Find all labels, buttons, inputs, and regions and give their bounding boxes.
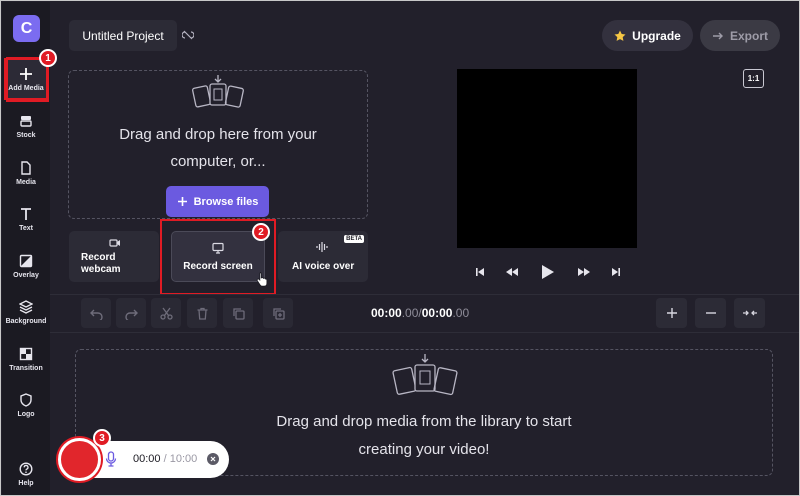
app-window: C Add Media Stock Media Text Overlay Bac… xyxy=(0,0,800,496)
star-icon xyxy=(614,30,626,41)
timeline-drop-instructions: Drag and drop media from the library to … xyxy=(276,413,572,458)
rewind-button[interactable] xyxy=(503,263,521,281)
total-time: 00:00 xyxy=(421,306,453,320)
rewind-icon xyxy=(506,268,518,276)
add-layer-icon xyxy=(272,307,285,320)
app-logo[interactable]: C xyxy=(13,15,40,42)
hand-cursor-icon xyxy=(256,272,268,287)
minus-icon xyxy=(705,312,716,314)
close-recorder-button[interactable] xyxy=(207,453,219,465)
sidebar-item-media[interactable]: Media xyxy=(4,152,48,194)
export-label: Export xyxy=(729,28,768,43)
media-files-icon xyxy=(192,75,244,108)
plus-icon xyxy=(666,308,677,318)
sidebar-item-overlay[interactable]: Overlay xyxy=(4,245,48,287)
trash-icon xyxy=(197,307,207,320)
overlay-icon xyxy=(19,254,33,267)
browse-files-label: Browse files xyxy=(193,195,259,208)
undo-icon xyxy=(89,309,103,320)
webcam-icon xyxy=(109,239,120,247)
waveform-icon xyxy=(316,242,328,252)
current-time-fraction: .00 xyxy=(401,306,419,320)
step-badge: 1 xyxy=(39,49,57,67)
media-files-icon xyxy=(392,354,458,396)
collapse-arrows-icon xyxy=(742,310,757,316)
redo-icon xyxy=(124,309,138,320)
skip-back-button[interactable] xyxy=(471,263,489,281)
sidebar-item-label: Logo xyxy=(17,410,35,418)
step-badge: 2 xyxy=(252,223,270,241)
skip-forward-icon xyxy=(612,268,620,276)
fast-forward-button[interactable] xyxy=(575,263,593,281)
timecode: 00:00.00/00:00.00 xyxy=(371,306,469,320)
zoom-out-button[interactable] xyxy=(695,298,726,328)
text-icon xyxy=(21,207,31,220)
split-button[interactable] xyxy=(151,298,181,328)
layers-icon xyxy=(19,299,33,314)
current-time: 00:00 xyxy=(371,306,402,320)
sidebar-item-label: Stock xyxy=(16,131,36,139)
delete-button[interactable] xyxy=(187,298,217,328)
recording-elapsed: 00:00 xyxy=(133,453,161,465)
aspect-ratio-button[interactable]: 1:1 xyxy=(743,69,764,88)
redo-button[interactable] xyxy=(116,298,146,328)
sidebar-item-transition[interactable]: Transition xyxy=(4,338,48,380)
transition-icon xyxy=(19,347,33,360)
undo-button[interactable] xyxy=(81,298,111,328)
shield-icon xyxy=(20,392,32,407)
help-icon xyxy=(19,461,33,476)
microphone-icon[interactable] xyxy=(105,451,117,467)
upgrade-button[interactable]: Upgrade xyxy=(602,20,693,51)
cloud-unsync-icon xyxy=(182,30,194,40)
sidebar-item-label: Text xyxy=(19,224,33,232)
record-webcam-label: Record webcam xyxy=(81,252,121,275)
total-time-fraction: .00 xyxy=(452,306,470,320)
add-to-timeline-button[interactable] xyxy=(263,298,293,328)
sidebar-item-logo[interactable]: Logo xyxy=(4,384,48,426)
export-button[interactable]: Export xyxy=(700,20,780,51)
sidebar-item-label: Transition xyxy=(9,364,43,372)
ai-voice-over-label: AI voice over xyxy=(292,261,355,272)
sidebar-item-stock[interactable]: Stock xyxy=(4,105,48,147)
arrow-right-icon xyxy=(712,32,723,39)
step-badge: 3 xyxy=(93,429,111,447)
zoom-in-button[interactable] xyxy=(656,298,687,328)
record-button[interactable] xyxy=(58,438,101,481)
sidebar-item-label: Background xyxy=(5,317,47,325)
file-icon xyxy=(21,160,31,175)
play-icon xyxy=(542,265,554,279)
copy-icon xyxy=(232,307,245,320)
close-icon xyxy=(210,456,216,462)
sidebar-item-background[interactable]: Background xyxy=(4,291,48,333)
fit-timeline-button[interactable] xyxy=(734,298,765,328)
sidebar-item-label: Media xyxy=(16,178,36,186)
duplicate-button[interactable] xyxy=(223,298,253,328)
stock-icon xyxy=(20,115,32,127)
recording-timer: 00:00 / 10:00 xyxy=(133,453,197,465)
sidebar-item-text[interactable]: Text xyxy=(4,198,48,240)
ai-voice-over-button[interactable]: BETA AI voice over xyxy=(278,231,368,282)
sidebar-item-label: Help xyxy=(18,479,34,487)
recording-limit: / 10:00 xyxy=(163,453,198,465)
drop-instructions: Drag and drop here from your computer, o… xyxy=(119,126,317,170)
play-button[interactable] xyxy=(538,262,558,282)
sidebar-item-label: Overlay xyxy=(13,271,39,279)
beta-badge: BETA xyxy=(344,235,364,243)
skip-forward-button[interactable] xyxy=(607,263,625,281)
scissors-icon xyxy=(159,307,173,320)
video-preview xyxy=(457,69,637,248)
project-name[interactable]: Untitled Project xyxy=(69,20,177,51)
sidebar-item-help[interactable]: Help xyxy=(4,453,48,495)
fast-forward-icon xyxy=(578,268,590,276)
skip-back-icon xyxy=(476,268,484,276)
plus-icon xyxy=(177,197,187,206)
browse-files-button[interactable]: Browse files xyxy=(166,186,269,217)
upgrade-label: Upgrade xyxy=(632,28,681,43)
record-webcam-button[interactable]: Record webcam xyxy=(69,231,159,282)
